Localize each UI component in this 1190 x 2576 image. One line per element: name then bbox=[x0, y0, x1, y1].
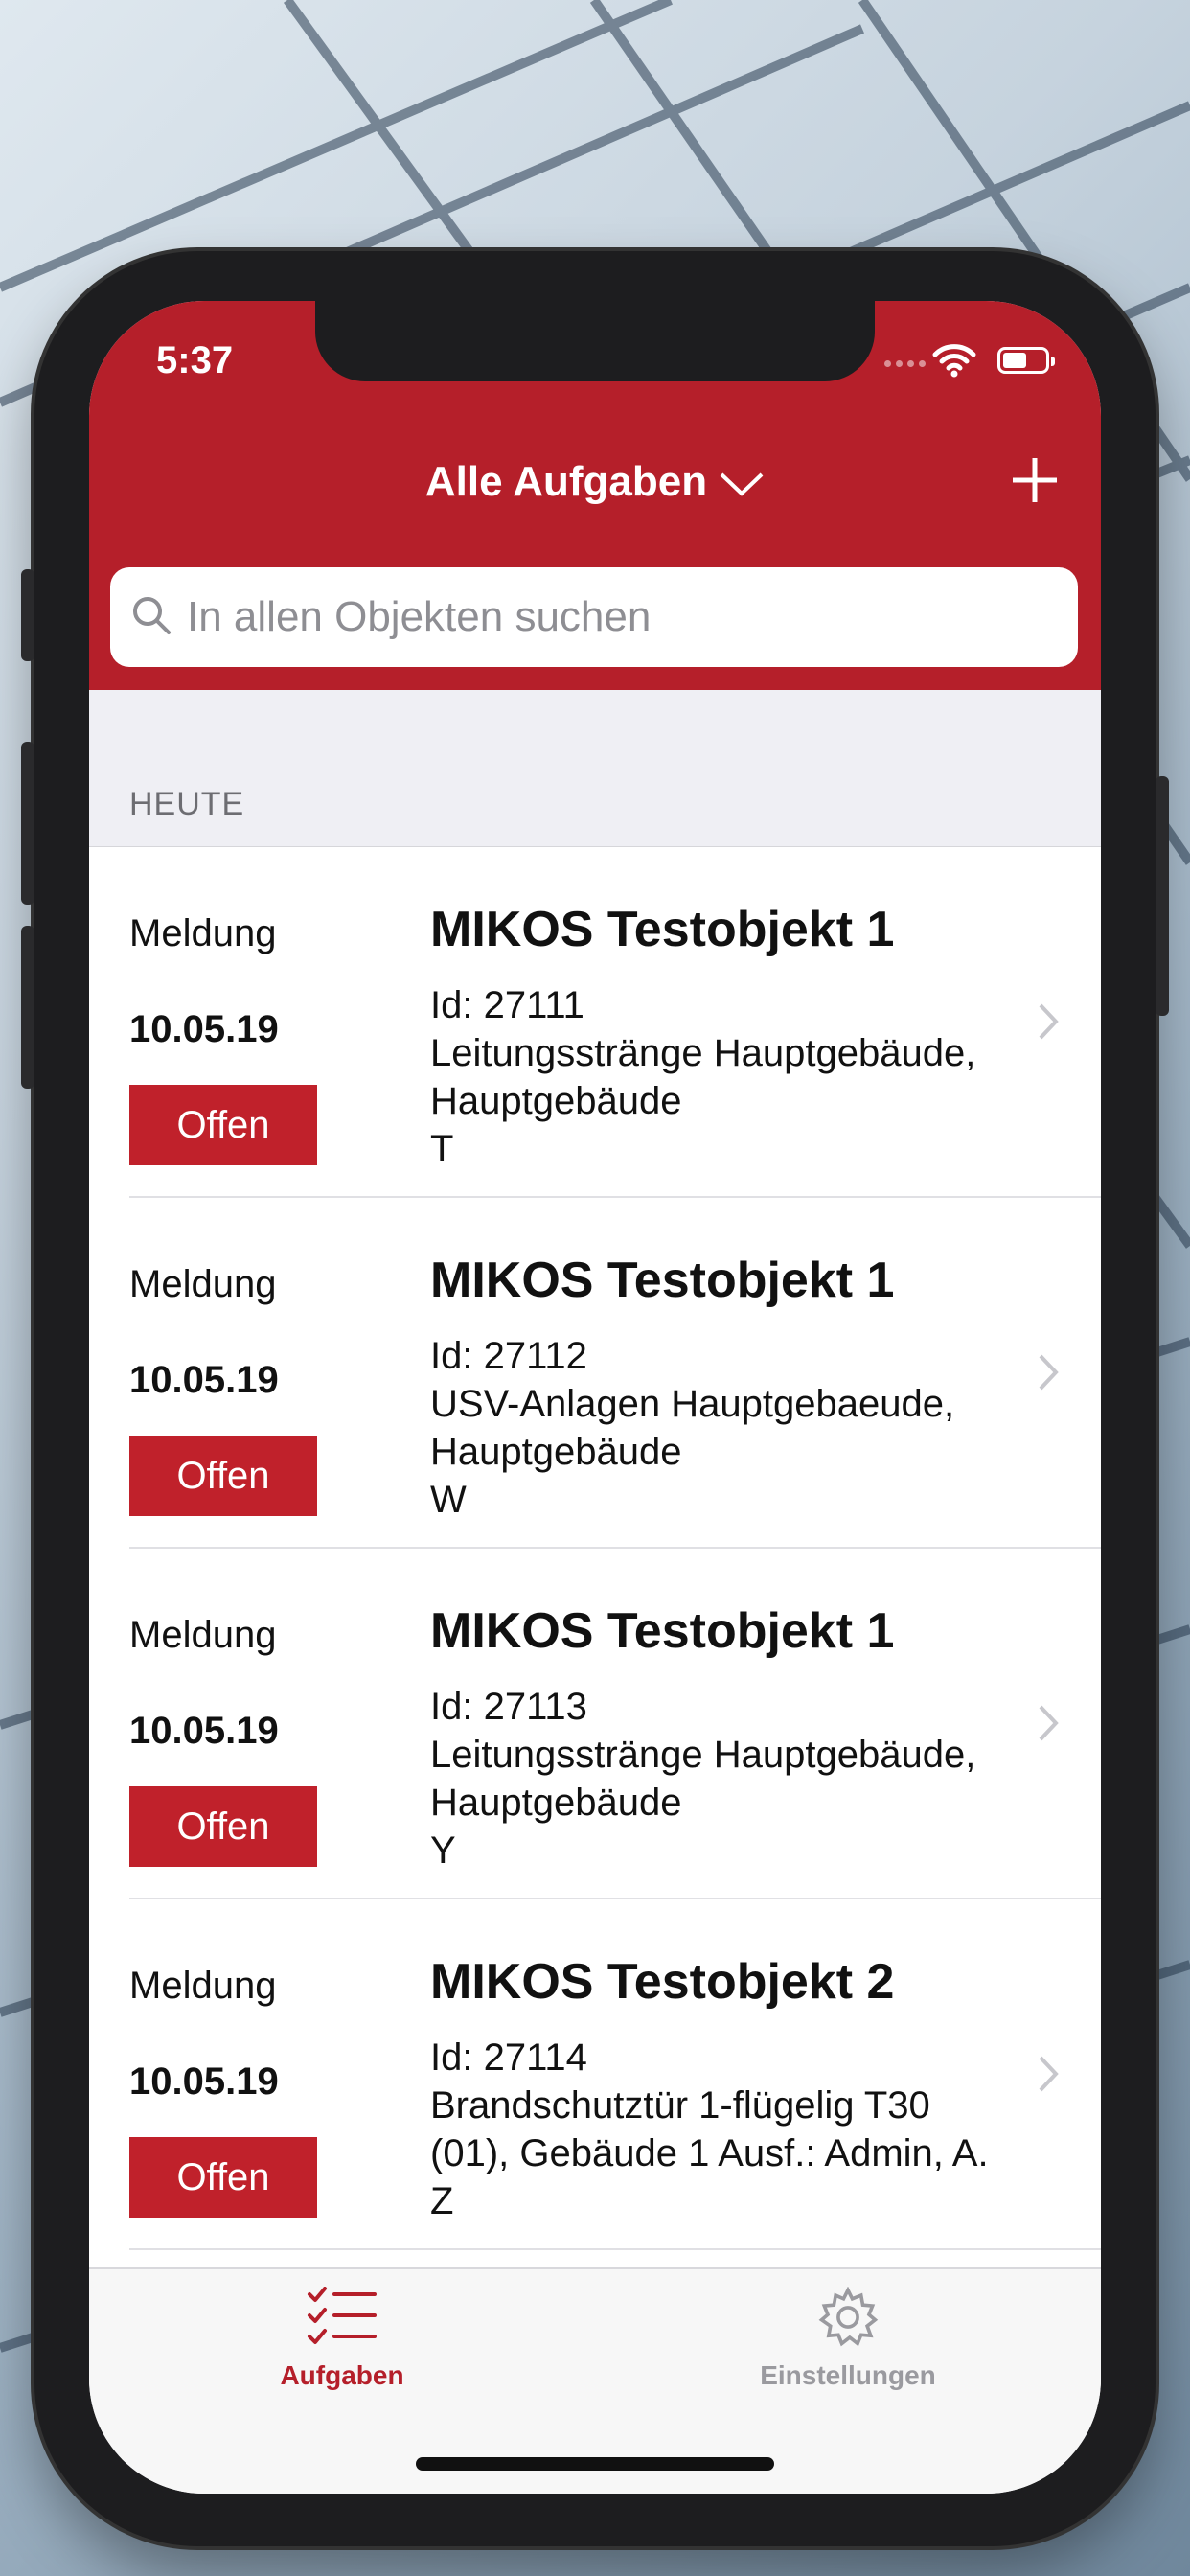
task-date: 10.05.19 bbox=[129, 2060, 279, 2103]
task-id: Id: 27113 bbox=[430, 1686, 587, 1728]
chevron-down-icon bbox=[719, 460, 765, 508]
task-object: MIKOS Testobjekt 1 bbox=[430, 902, 895, 957]
filter-title[interactable]: Alle Aufgaben bbox=[89, 458, 1101, 508]
section-header-today: HEUTE bbox=[89, 690, 1101, 847]
task-details: Id: 27111 Leitungsstränge Hauptgebäude, … bbox=[430, 981, 1043, 1173]
task-type: Meldung bbox=[129, 1614, 277, 1656]
gear-icon bbox=[704, 2286, 992, 2353]
task-details: Id: 27112 USV-Anlagen Hauptgebaeude, Hau… bbox=[430, 1332, 1043, 1524]
task-row[interactable]: Meldung 10.05.19 Offen MIKOS Testobjekt … bbox=[89, 1899, 1101, 2250]
status-badge: Offen bbox=[129, 2137, 317, 2218]
volume-down-button bbox=[21, 926, 34, 1089]
cellular-signal-icon bbox=[884, 360, 926, 367]
status-badge: Offen bbox=[129, 1436, 317, 1516]
task-date: 10.05.19 bbox=[129, 1710, 279, 1752]
status-time: 5:37 bbox=[156, 339, 234, 381]
notch bbox=[315, 301, 875, 381]
task-line: USV-Anlagen Hauptgebaeude, bbox=[430, 1383, 955, 1425]
task-type: Meldung bbox=[129, 912, 277, 954]
tab-label: Aufgaben bbox=[280, 2360, 404, 2390]
task-line: T bbox=[430, 1128, 454, 1170]
volume-up-button bbox=[21, 742, 34, 905]
home-indicator bbox=[416, 2457, 774, 2471]
checklist-icon bbox=[198, 2287, 486, 2353]
task-line: Leitungsstränge Hauptgebäude, bbox=[430, 1734, 976, 1776]
status-badge: Offen bbox=[129, 1786, 317, 1867]
task-line: Hauptgebäude bbox=[430, 1080, 682, 1122]
task-type: Meldung bbox=[129, 1263, 277, 1305]
row-divider bbox=[129, 2248, 1101, 2250]
chevron-right-icon bbox=[1038, 1704, 1059, 1747]
task-line: (01), Gebäude 1 Ausf.: Admin, A. bbox=[430, 2132, 989, 2174]
task-line: Brandschutztür 1-flügelig T30 bbox=[430, 2084, 930, 2127]
task-line: Hauptgebäude bbox=[430, 1782, 682, 1824]
chevron-right-icon bbox=[1038, 2055, 1059, 2098]
search-icon bbox=[131, 595, 172, 640]
task-object: MIKOS Testobjekt 2 bbox=[430, 1954, 895, 2010]
status-badge: Offen bbox=[129, 1085, 317, 1165]
plus-icon[interactable] bbox=[1009, 454, 1061, 511]
task-list: Meldung 10.05.19 Offen MIKOS Testobjekt … bbox=[89, 847, 1101, 2250]
task-line: Z bbox=[430, 2180, 454, 2222]
app-screen: 5:37 Alle Aufgaben HEUTE M bbox=[89, 301, 1101, 2494]
task-id: Id: 27111 bbox=[430, 984, 584, 1026]
search-input[interactable] bbox=[187, 593, 1011, 641]
tab-label: Einstellungen bbox=[760, 2360, 936, 2390]
task-line: Hauptgebäude bbox=[430, 1431, 682, 1473]
search-bar[interactable] bbox=[110, 567, 1078, 667]
task-row[interactable]: Meldung 10.05.19 Offen MIKOS Testobjekt … bbox=[89, 1198, 1101, 1549]
tab-aufgaben[interactable]: Aufgaben bbox=[198, 2287, 486, 2391]
mute-switch bbox=[21, 569, 34, 661]
wifi-icon bbox=[932, 343, 976, 382]
task-object: MIKOS Testobjekt 1 bbox=[430, 1603, 895, 1659]
task-id: Id: 27112 bbox=[430, 1335, 587, 1377]
task-line: Y bbox=[430, 1829, 456, 1872]
task-date: 10.05.19 bbox=[129, 1008, 279, 1050]
chevron-right-icon bbox=[1038, 1002, 1059, 1046]
task-line: W bbox=[430, 1479, 467, 1521]
nav-header: 5:37 Alle Aufgaben bbox=[89, 301, 1101, 690]
task-object: MIKOS Testobjekt 1 bbox=[430, 1253, 895, 1308]
page-title: Alle Aufgaben bbox=[424, 458, 708, 505]
power-button bbox=[1156, 776, 1169, 1016]
task-line: Leitungsstränge Hauptgebäude, bbox=[430, 1032, 976, 1074]
task-type: Meldung bbox=[129, 1965, 277, 2007]
task-details: Id: 27114 Brandschutztür 1-flügelig T30 … bbox=[430, 2034, 1043, 2225]
task-id: Id: 27114 bbox=[430, 2036, 587, 2079]
task-date: 10.05.19 bbox=[129, 1359, 279, 1401]
chevron-right-icon bbox=[1038, 1353, 1059, 1396]
battery-icon bbox=[997, 347, 1055, 374]
task-row[interactable]: Meldung 10.05.19 Offen MIKOS Testobjekt … bbox=[89, 847, 1101, 1198]
section-label: HEUTE bbox=[129, 786, 245, 822]
task-details: Id: 27113 Leitungsstränge Hauptgebäude, … bbox=[430, 1683, 1043, 1874]
tab-einstellungen[interactable]: Einstellungen bbox=[704, 2286, 992, 2391]
task-row[interactable]: Meldung 10.05.19 Offen MIKOS Testobjekt … bbox=[89, 1549, 1101, 1899]
